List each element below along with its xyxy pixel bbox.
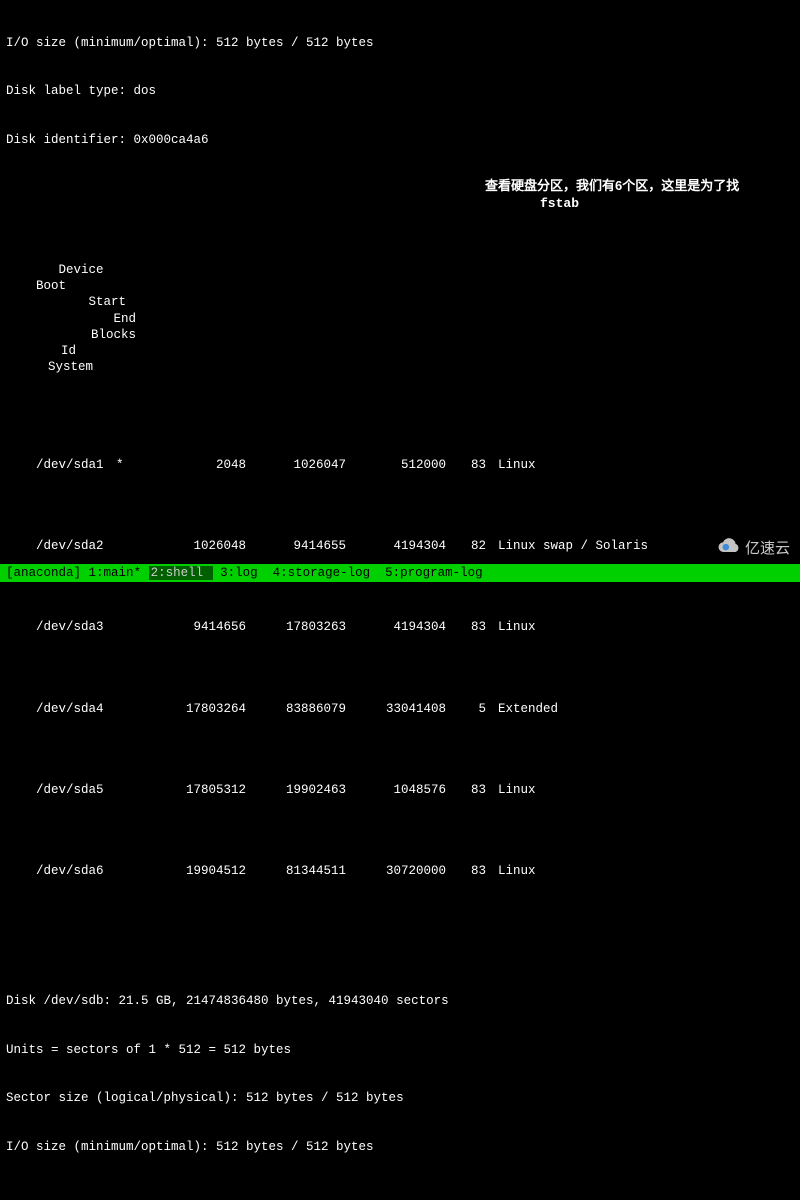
statusbar-prefix: [anaconda] xyxy=(6,566,81,580)
watermark: 亿速云 xyxy=(715,537,790,560)
table-row: /dev/sda41780326483886079330414085Extend… xyxy=(6,684,794,733)
tab-storage-log[interactable]: 4:storage-log xyxy=(273,566,371,580)
cloud-icon xyxy=(715,537,741,560)
tab-shell[interactable]: 2:shell xyxy=(149,566,213,580)
tab-program-log[interactable]: 5:program-log xyxy=(385,566,483,580)
disk-sdb-l4: I/O size (minimum/optimal): 512 bytes / … xyxy=(6,1139,794,1155)
tmux-statusbar: [anaconda] 1:main* 2:shell 3:log 4:stora… xyxy=(0,564,800,582)
disk-sdb-l3: Sector size (logical/physical): 512 byte… xyxy=(6,1090,794,1106)
table-row: /dev/sda1*2048102604751200083Linux xyxy=(6,441,794,490)
disk-sdb-l1: Disk /dev/sdb: 21.5 GB, 21474836480 byte… xyxy=(6,993,794,1009)
annotation-text-2: fstab xyxy=(540,196,579,213)
table-row: /dev/sda3941465617803263419430483Linux xyxy=(6,603,794,652)
table-row: /dev/sda51780531219902463104857683Linux xyxy=(6,766,794,815)
disk-identifier: Disk identifier: 0x000ca4a6 xyxy=(6,132,794,148)
disk-sdb-l2: Units = sectors of 1 * 512 = 512 bytes xyxy=(6,1042,794,1058)
io-size-line: I/O size (minimum/optimal): 512 bytes / … xyxy=(6,35,794,51)
disk-label-type: Disk label type: dos xyxy=(6,83,794,99)
tab-log[interactable]: 3:log xyxy=(220,566,258,580)
annotation-text-1: 查看硬盘分区，我们有6个区，这里是为了找 xyxy=(485,178,739,195)
watermark-text: 亿速云 xyxy=(745,539,790,559)
table-row: /dev/sda619904512813445113072000083Linux xyxy=(6,847,794,896)
partition-table-header: Device Boot Start End Blocks Id System xyxy=(6,246,794,392)
tab-main[interactable]: 1:main* xyxy=(89,566,142,580)
